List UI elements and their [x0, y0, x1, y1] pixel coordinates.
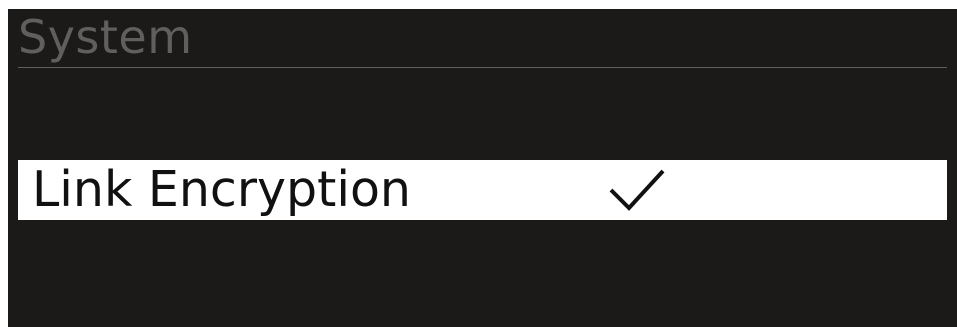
header-divider: [18, 67, 947, 68]
device-display: System Link Encryption: [8, 9, 957, 327]
menu-item-link-encryption[interactable]: Link Encryption: [18, 160, 947, 220]
menu-item-label: Link Encryption: [32, 161, 411, 218]
page-title: System: [18, 10, 193, 64]
checkmark-icon: [609, 169, 665, 211]
